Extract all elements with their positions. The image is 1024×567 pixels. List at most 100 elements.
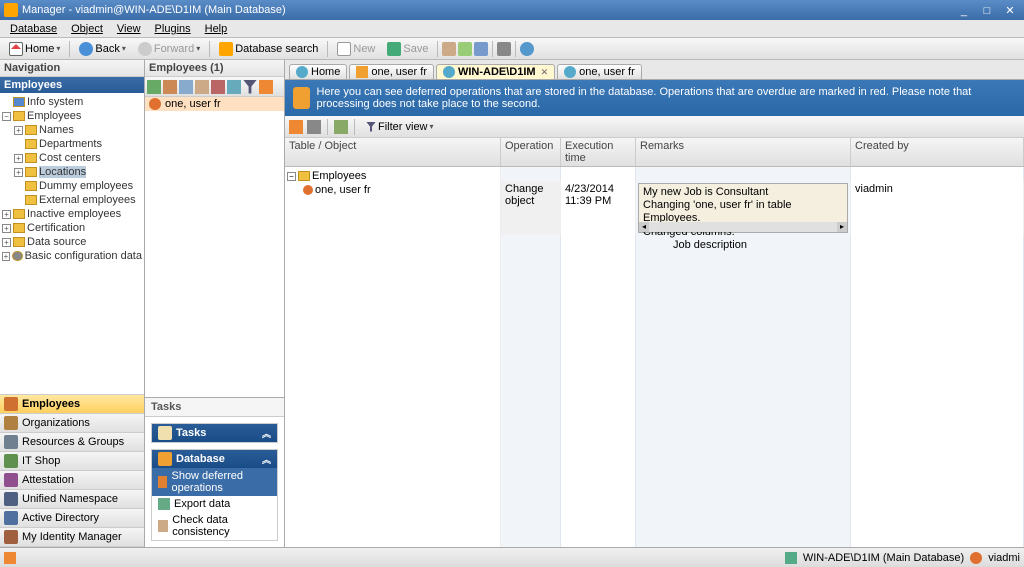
maximize-button[interactable]: □ (977, 5, 997, 17)
tree-certification[interactable]: +Certification (2, 221, 142, 235)
tab-user1[interactable]: one, user fr (349, 64, 434, 79)
filter-button[interactable]: Filter view▾ (361, 119, 439, 135)
remarks-scrollbar[interactable]: ◂▸ (639, 222, 847, 232)
list-tool-8[interactable] (259, 80, 273, 94)
col-operation[interactable]: Operation (501, 138, 561, 166)
list-item[interactable]: one, user fr (145, 97, 284, 111)
col-object[interactable]: Table / Object (285, 138, 501, 166)
grid-data-row: Change object 4/23/2014 11:39 PM My new … (501, 181, 1024, 235)
remarks-textbox[interactable]: My new Job is Consultant Changing 'one, … (638, 183, 848, 233)
db-search-button[interactable]: Database search (214, 40, 323, 58)
tree-locations[interactable]: +Locations (2, 165, 142, 179)
database-icon (158, 452, 172, 466)
list-tool-5[interactable] (211, 80, 225, 94)
navbtn-resources[interactable]: Resources & Groups (0, 433, 144, 452)
deferred-icon (158, 476, 167, 488)
main-toolbar: Home▾ Back▾ Forward▾ Database search New… (0, 38, 1024, 60)
col-exectime[interactable]: Execution time (561, 138, 636, 166)
navbtn-employees[interactable]: Employees (0, 395, 144, 414)
back-button[interactable]: Back▾ (74, 40, 130, 58)
save-icon (387, 42, 401, 56)
menu-help[interactable]: Help (199, 22, 234, 36)
tool-icon-2[interactable] (458, 42, 472, 56)
grid-tool-1[interactable] (289, 120, 303, 134)
tab-close-icon[interactable]: ✕ (541, 67, 549, 78)
tasks-icon (158, 426, 172, 440)
grid-tree-column: −Employees one, user fr (285, 167, 501, 547)
help-icon[interactable] (520, 42, 534, 56)
list-tool-1[interactable] (147, 80, 161, 94)
edit-icon (356, 66, 368, 78)
menu-plugins[interactable]: Plugins (149, 22, 197, 36)
task-check[interactable]: Check data consistency (152, 512, 277, 540)
list-filter-icon[interactable] (243, 80, 257, 94)
minimize-button[interactable]: _ (954, 5, 974, 17)
attestation-icon (4, 473, 18, 487)
tab-user2[interactable]: one, user fr (557, 64, 642, 79)
tree-costcenters[interactable]: +Cost centers (2, 151, 142, 165)
task-group-tasks: Tasks︽ (151, 423, 278, 443)
col-remarks[interactable]: Remarks (636, 138, 851, 166)
nav-category-buttons: Employees Organizations Resources & Grou… (0, 394, 144, 547)
task-group-db-header[interactable]: Database︽ (152, 450, 277, 468)
search-icon (219, 42, 233, 56)
titlebar: Manager - viadmin@WIN-ADE\D1IM (Main Dat… (0, 0, 1024, 20)
navbtn-attestation[interactable]: Attestation (0, 471, 144, 490)
tool-icon-1[interactable] (442, 42, 456, 56)
user-status-icon (970, 552, 982, 564)
tree-departments[interactable]: Departments (2, 137, 142, 151)
grid-tool-3[interactable] (334, 120, 348, 134)
tree-basicconfig[interactable]: +Basic configuration data (2, 249, 142, 263)
menu-view[interactable]: View (111, 22, 147, 36)
idm-icon (4, 530, 18, 544)
tab-winade[interactable]: WIN-ADE\D1IM✕ (436, 64, 555, 79)
tree-employees[interactable]: −Employees (2, 109, 142, 123)
deferred-big-icon (293, 87, 310, 109)
list-tool-3[interactable] (179, 80, 193, 94)
navbtn-idm[interactable]: My Identity Manager (0, 528, 144, 547)
grid-group-employees[interactable]: −Employees (287, 169, 498, 183)
tree-datasource[interactable]: +Data source (2, 235, 142, 249)
info-bar: Here you can see deferred operations tha… (285, 80, 1024, 116)
list-item-label: one, user fr (165, 98, 221, 110)
home-button[interactable]: Home▾ (4, 40, 65, 58)
task-export[interactable]: Export data (152, 496, 277, 512)
tree-names[interactable]: +Names (2, 123, 142, 137)
table-icon (298, 171, 310, 181)
unified-icon (4, 492, 18, 506)
col-createdby[interactable]: Created by (851, 138, 1024, 166)
task-group-tasks-header[interactable]: Tasks︽ (152, 424, 277, 442)
list-tool-4[interactable] (195, 80, 209, 94)
grid-row-user[interactable]: one, user fr (287, 183, 498, 197)
navbtn-unified[interactable]: Unified Namespace (0, 490, 144, 509)
list-toolbar (145, 77, 284, 97)
print-icon[interactable] (497, 42, 511, 56)
task-show-deferred[interactable]: Show deferred operations (152, 468, 277, 496)
forward-button[interactable]: Forward▾ (133, 40, 205, 58)
person-icon (303, 185, 313, 195)
back-icon (79, 42, 93, 56)
status-connection: WIN-ADE\D1IM (Main Database) (803, 552, 964, 564)
tree-external[interactable]: External employees (2, 193, 142, 207)
navbtn-ad[interactable]: Active Directory (0, 509, 144, 528)
list-tool-6[interactable] (227, 80, 241, 94)
list-tool-2[interactable] (163, 80, 177, 94)
save-button[interactable]: Save (382, 40, 433, 58)
new-button[interactable]: New (332, 40, 380, 58)
tool-icon-3[interactable] (474, 42, 488, 56)
tree-infosystem[interactable]: Info system (2, 95, 142, 109)
tab-home[interactable]: Home (289, 64, 347, 79)
close-button[interactable]: ✕ (1000, 4, 1020, 17)
navigation-title: Navigation (0, 60, 144, 77)
menu-database[interactable]: Database (4, 22, 63, 36)
tree-inactive[interactable]: +Inactive employees (2, 207, 142, 221)
employees-icon (4, 397, 18, 411)
menu-object[interactable]: Object (65, 22, 109, 36)
navbtn-itshop[interactable]: IT Shop (0, 452, 144, 471)
menubar: Database Object View Plugins Help (0, 20, 1024, 38)
grid-tool-2[interactable] (307, 120, 321, 134)
tree-dummy[interactable]: Dummy employees (2, 179, 142, 193)
task-group-database: Database︽ Show deferred operations Expor… (151, 449, 278, 541)
navbtn-organizations[interactable]: Organizations (0, 414, 144, 433)
info-icon (443, 66, 455, 78)
